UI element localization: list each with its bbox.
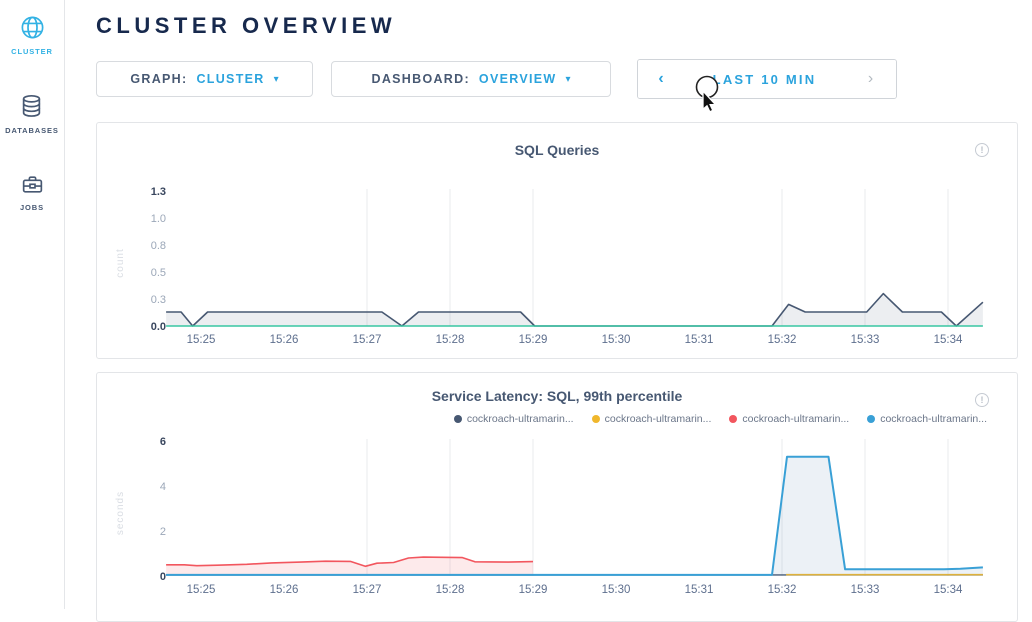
toolbar: GRAPH: CLUSTER ▾ DASHBOARD: OVERVIEW ▾ ‹… xyxy=(96,59,1032,99)
globe-icon xyxy=(19,14,46,41)
series-area-node-d xyxy=(166,457,983,576)
graph-dropdown[interactable]: GRAPH: CLUSTER ▾ xyxy=(96,61,313,97)
x-tick-label: 15:33 xyxy=(851,334,880,346)
app-root: CLUSTER DATABASES JOBS CLUSTER OVERVIEW xyxy=(0,0,1032,609)
sidebar-item-databases[interactable]: DATABASES xyxy=(5,93,59,135)
y-tick-label: 0.0 xyxy=(151,321,166,333)
x-tick-label: 15:27 xyxy=(353,334,382,346)
x-tick-label: 15:34 xyxy=(934,334,963,346)
y-tick-label: 4 xyxy=(160,481,166,493)
database-icon xyxy=(18,93,45,120)
sidebar-item-cluster[interactable]: CLUSTER xyxy=(11,14,53,56)
x-tick-label: 15:29 xyxy=(519,334,548,346)
y-tick-label: 2 xyxy=(160,526,166,538)
page-title: CLUSTER OVERVIEW xyxy=(96,12,1032,40)
time-range-button[interactable]: LAST 10 MIN xyxy=(684,60,845,98)
x-tick-label: 15:25 xyxy=(187,334,216,346)
chart-card-sql-queries: SQL Queries ! count0.00.30.50.81.01.315:… xyxy=(96,122,1018,359)
y-tick-label: 6 xyxy=(160,436,166,448)
time-prev-button[interactable]: ‹ xyxy=(638,60,684,98)
chart-card-service-latency: Service Latency: SQL, 99th percentile ! … xyxy=(96,372,1018,622)
x-tick-label: 15:27 xyxy=(353,584,382,596)
dashboard-dropdown-label: DASHBOARD: xyxy=(372,72,470,86)
dashboard-dropdown[interactable]: DASHBOARD: OVERVIEW ▾ xyxy=(331,61,611,97)
x-tick-label: 15:32 xyxy=(768,334,797,346)
chevron-left-icon: ‹ xyxy=(658,70,663,87)
x-tick-label: 15:33 xyxy=(851,584,880,596)
y-tick-label: 1.0 xyxy=(151,213,166,225)
sidebar-item-label: CLUSTER xyxy=(11,47,53,56)
briefcase-icon xyxy=(20,172,45,197)
sidebar-item-label: JOBS xyxy=(20,203,44,212)
sidebar-item-label: DATABASES xyxy=(5,126,59,135)
x-tick-label: 15:28 xyxy=(436,334,465,346)
y-tick-label: 0.8 xyxy=(151,240,166,252)
sql-queries-chart[interactable]: count 0.0 0.3 0.5 0.8 1.0 1.3 15:25 15:26 15:27 15… xyxy=(97,123,1017,360)
main-content: CLUSTER OVERVIEW GRAPH: CLUSTER ▾ DASHBO… xyxy=(65,0,1032,609)
graph-dropdown-label: GRAPH: xyxy=(130,72,187,86)
x-tick-label: 15:30 xyxy=(602,584,631,596)
x-tick-label: 15:34 xyxy=(934,584,963,596)
series-line-node-d xyxy=(166,457,983,575)
y-tick-label: 0 xyxy=(160,571,166,583)
x-tick-label: 15:31 xyxy=(685,584,714,596)
series-area-node-c xyxy=(166,557,533,576)
x-tick-label: 15:32 xyxy=(768,584,797,596)
chevron-right-icon: › xyxy=(868,70,873,87)
x-tick-label: 15:25 xyxy=(187,584,216,596)
chevron-down-icon: ▾ xyxy=(565,74,570,85)
x-tick-label: 15:31 xyxy=(685,334,714,346)
x-tick-label: 15:30 xyxy=(602,334,631,346)
sidebar: CLUSTER DATABASES JOBS xyxy=(0,0,65,609)
time-range-selector: ‹ LAST 10 MIN › xyxy=(637,59,897,99)
time-next-button[interactable]: › xyxy=(845,60,896,98)
y-tick-label: 0.3 xyxy=(151,294,166,306)
x-tick-label: 15:26 xyxy=(270,334,299,346)
series-area-queries xyxy=(166,294,983,326)
dashboard-dropdown-value: OVERVIEW xyxy=(479,72,557,86)
graph-dropdown-value: CLUSTER xyxy=(196,72,264,86)
service-latency-chart[interactable]: seconds 0 2 4 6 15:25 15:26 15:27 15:28 15:29 15:3… xyxy=(97,373,1017,610)
y-axis-unit-label: seconds xyxy=(115,491,126,535)
sidebar-item-jobs[interactable]: JOBS xyxy=(20,172,45,212)
chevron-down-icon: ▾ xyxy=(274,74,279,85)
x-tick-label: 15:28 xyxy=(436,584,465,596)
y-tick-label: 0.5 xyxy=(151,267,166,279)
y-tick-label: 1.3 xyxy=(151,186,166,198)
x-tick-label: 15:26 xyxy=(270,584,299,596)
y-axis-unit-label: count xyxy=(115,248,126,277)
x-tick-label: 15:29 xyxy=(519,584,548,596)
